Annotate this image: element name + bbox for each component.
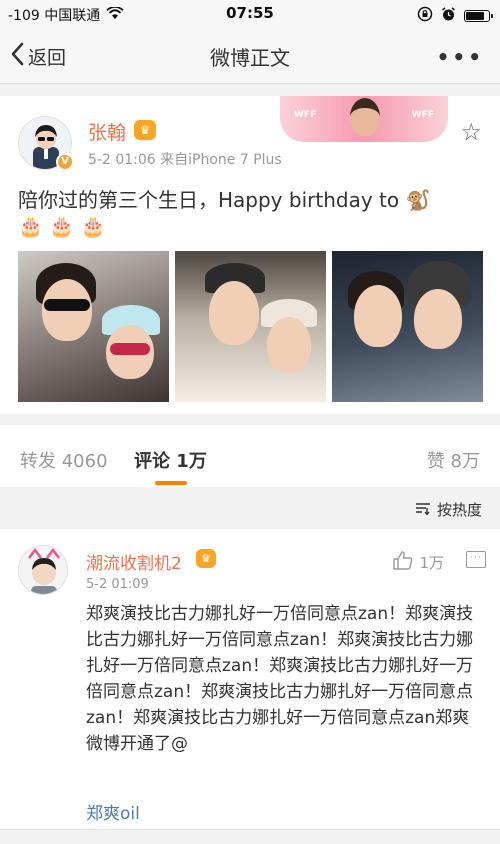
comment-mention-link[interactable]: 郑爽oil [86,799,140,824]
post-text: 陪你过的第三个生日，Happy birthday to 🐒 [18,188,431,212]
comment-item: 潮流收割机2 ♛ 5-2 01:09 1万 ··· 郑爽演技比古力娜扎好一万倍同… [0,529,500,829]
decoration-banner: WFF WFF [280,96,448,142]
crown-icon: ♛ [134,120,156,140]
photo-sunglasses [44,299,90,311]
orientation-lock-icon [417,6,433,26]
commenter-avatar[interactable] [18,545,68,595]
comment-text: 郑爽演技比古力娜扎好一万倍同意点zan！郑爽演技比古力娜扎好一万倍同意点zan！… [86,604,474,754]
tab-comment[interactable]: 评论 1万 [134,447,207,473]
bottom-strip [0,829,500,844]
thumbs-up-icon [393,551,413,574]
photo-sunglasses-2 [110,343,150,355]
photo-face [209,281,259,345]
post-timestamp: 5-2 01:06 [88,152,156,168]
banner-tag-left: WFF [294,110,317,120]
reply-icon[interactable]: ··· [466,551,486,568]
star-icon[interactable]: ☆ [460,118,482,146]
post-source: 来自iPhone 7 Plus [160,152,282,168]
post-card: WFF WFF V 张翰 ♛ 5-2 01:06 来自iPhone 7 Plus… [0,96,500,414]
banner-face [350,98,380,136]
sort-icon [415,501,431,519]
banner-tag-right: WFF [411,110,434,120]
status-bar: -109 中国联通 07:55 [0,0,500,28]
comment-timestamp: 5-2 01:09 [86,577,149,592]
commenter-name[interactable]: 潮流收割机2 [86,549,182,574]
sort-label: 按热度 [436,501,482,519]
battery-icon [464,10,493,22]
battery-fill [466,12,484,20]
tab-active-indicator [155,481,187,485]
nav-bar: 返回 微博正文 ••• [0,28,500,84]
photo-face [354,285,402,347]
comment-like-count: 1万 [419,554,444,572]
post-author[interactable]: 张翰 [88,118,126,145]
crown-icon: ♛ [196,549,216,568]
comment-like-button[interactable]: 1万 [393,551,444,574]
sort-button[interactable]: 按热度 [415,499,482,520]
post-photo-2[interactable] [175,251,326,402]
photo-face-2 [267,317,311,373]
sort-bar: 按热度 [0,487,500,529]
page-title: 微博正文 [210,46,290,70]
post-meta: 5-2 01:06 来自iPhone 7 Plus [88,149,282,169]
post-tabs: 转发 4060 评论 1万 赞 8万 [0,425,500,487]
post-photo-3[interactable] [332,251,483,402]
post-photo-1[interactable] [18,251,169,402]
tab-like[interactable]: 赞 8万 [427,447,480,473]
more-button[interactable]: ••• [437,45,484,69]
status-right [417,6,493,26]
photo-face-2 [414,289,462,349]
alarm-icon [441,6,456,26]
verified-badge: V [56,153,74,171]
post-emojis: 🎂 🎂 🎂 [18,214,106,238]
tab-repost[interactable]: 转发 4060 [20,447,108,473]
